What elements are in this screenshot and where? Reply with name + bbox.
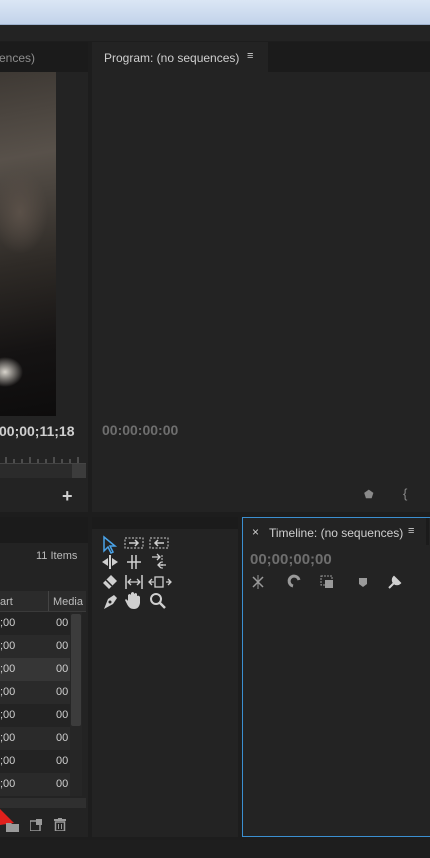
- column-divider[interactable]: [48, 591, 49, 611]
- source-scroll-strip[interactable]: [0, 464, 86, 478]
- program-panel-menu-icon[interactable]: ≡: [247, 50, 253, 62]
- add-marker-icon[interactable]: ⬟: [364, 488, 374, 501]
- row-media: 00: [56, 709, 69, 721]
- row-start: ;00: [0, 640, 16, 652]
- slip-tool-icon[interactable]: [125, 575, 143, 589]
- source-monitor-panel: ences) 00;00;11;18 +: [0, 42, 88, 512]
- list-row[interactable]: ;00 00: [0, 773, 70, 796]
- row-start: ;00: [0, 663, 16, 675]
- snap-magnet-icon[interactable]: [287, 574, 301, 588]
- window-title-bar: [0, 0, 430, 25]
- timeline-close-icon[interactable]: ×: [252, 525, 259, 539]
- row-media: 00: [56, 640, 69, 652]
- wrench-settings-icon[interactable]: [388, 575, 402, 589]
- project-list-header: art Media: [0, 591, 86, 612]
- project-panel: 11 Items art Media ;00 00 ;00 00 ;00 00 ;00…: [0, 517, 88, 837]
- ripple-edit-tool-icon[interactable]: [102, 555, 118, 569]
- razor-tool-icon[interactable]: [103, 575, 117, 589]
- row-start: ;00: [0, 709, 16, 721]
- program-timecode[interactable]: 00:00:00:00: [102, 422, 178, 438]
- hand-tool-icon[interactable]: [125, 592, 140, 609]
- timeline-controls[interactable]: [251, 574, 411, 590]
- project-horizontal-scrollbar[interactable]: [0, 798, 86, 808]
- trash-shape: [54, 818, 66, 832]
- selection-tool-icon[interactable]: [103, 535, 118, 555]
- pen-tool-icon[interactable]: [104, 595, 117, 609]
- project-scroll-thumb[interactable]: [71, 614, 81, 726]
- list-row[interactable]: ;00 00: [0, 727, 70, 750]
- add-button[interactable]: +: [62, 486, 73, 507]
- zoom-tool-icon[interactable]: [150, 593, 166, 609]
- tools-tab-bar: [92, 517, 238, 529]
- new-item-icon[interactable]: [29, 818, 42, 832]
- timeline-tab-label: Timeline: (no sequences): [269, 526, 404, 540]
- status-bar: [0, 840, 430, 858]
- timeline-tab-bar: × Timeline: (no sequences) ≡: [243, 518, 429, 545]
- track-select-forward-tool-icon[interactable]: [124, 537, 144, 549]
- tools-panel: [92, 517, 238, 837]
- column-header-start[interactable]: art: [0, 596, 13, 608]
- timeline-tab[interactable]: × Timeline: (no sequences) ≡: [243, 518, 426, 545]
- track-select-backward-tool-icon[interactable]: [149, 537, 169, 549]
- program-tab-bar: Program: (no sequences) ≡: [92, 42, 430, 72]
- row-media: 00: [56, 663, 69, 675]
- row-media: 00: [56, 732, 69, 744]
- project-tab-bar: [0, 517, 88, 543]
- row-start: ;00: [0, 732, 16, 744]
- menu-bar-strip: [0, 25, 430, 41]
- rate-stretch-tool-icon[interactable]: [152, 553, 166, 569]
- source-time-ruler[interactable]: [0, 449, 86, 464]
- slide-tool-icon[interactable]: [148, 576, 172, 588]
- source-timecode[interactable]: 00;00;11;18: [0, 423, 75, 439]
- program-tab-label: Program: (no sequences): [104, 51, 240, 65]
- column-header-media[interactable]: Media: [53, 596, 83, 608]
- new-item-shape: [29, 819, 42, 832]
- tool-grid[interactable]: [100, 533, 180, 615]
- list-row[interactable]: ;00 00: [0, 612, 70, 635]
- source-tab-label[interactable]: ences): [0, 51, 35, 65]
- ruler-ticks: [5, 457, 79, 463]
- program-monitor-panel: Program: (no sequences) ≡ 00:00:00:00 ⬟ …: [92, 42, 430, 512]
- row-media: 00: [56, 686, 69, 698]
- linked-selection-icon[interactable]: [320, 575, 333, 588]
- list-row[interactable]: ;00 00: [0, 635, 70, 658]
- row-media: 00: [56, 617, 69, 629]
- row-start: ;00: [0, 686, 16, 698]
- nest-sequence-icon[interactable]: [252, 575, 264, 589]
- timeline-panel-menu-icon[interactable]: ≡: [408, 525, 414, 537]
- project-item-count: 11 Items: [36, 550, 78, 562]
- timeline-panel: × Timeline: (no sequences) ≡ 00;00;00;00: [242, 517, 430, 837]
- folder-shape: [6, 823, 19, 832]
- program-tab[interactable]: Program: (no sequences) ≡: [92, 42, 268, 72]
- source-video-frame: [0, 72, 56, 416]
- row-start: ;00: [0, 755, 16, 767]
- list-row[interactable]: ;00 00: [0, 704, 70, 727]
- trash-icon[interactable]: [54, 818, 66, 832]
- timeline-timecode[interactable]: 00;00;00;00: [250, 551, 332, 568]
- row-media: 00: [56, 778, 69, 790]
- row-start: ;00: [0, 778, 16, 790]
- new-bin-icon[interactable]: [6, 819, 19, 832]
- row-start: ;00: [0, 617, 16, 629]
- rolling-edit-tool-icon[interactable]: [127, 555, 141, 569]
- source-scroll-handle[interactable]: [72, 464, 86, 478]
- list-row[interactable]: ;00 00: [0, 750, 70, 773]
- list-row[interactable]: ;00 00: [0, 658, 70, 681]
- mark-in-icon[interactable]: {: [403, 486, 407, 501]
- source-tab-bar: ences): [0, 42, 88, 72]
- list-row[interactable]: ;00 00: [0, 681, 70, 704]
- add-marker-icon[interactable]: [359, 578, 367, 587]
- project-vertical-scrollbar[interactable]: [70, 612, 82, 796]
- row-media: 00: [56, 755, 69, 767]
